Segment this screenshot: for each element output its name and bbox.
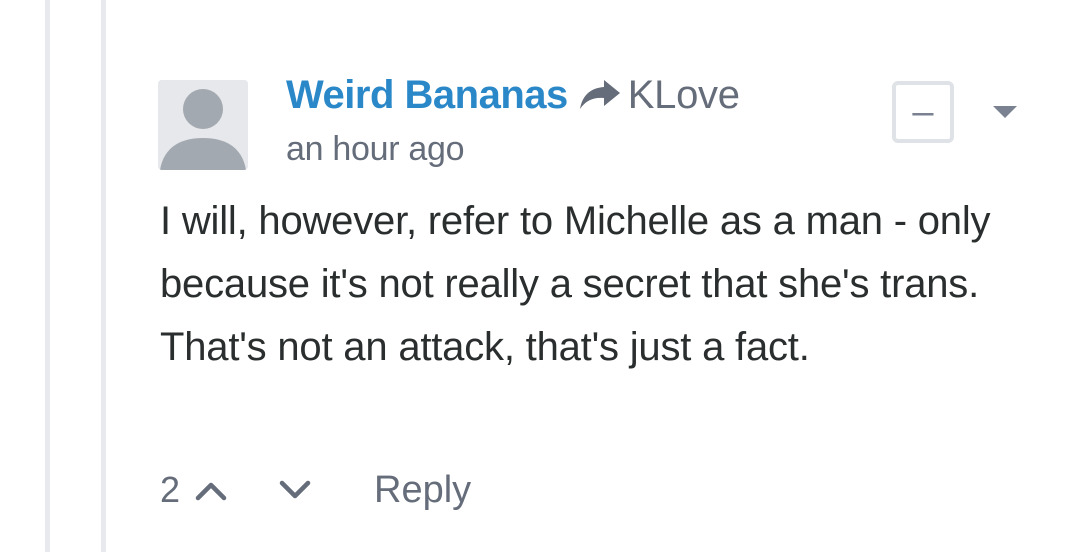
author-link[interactable]: Weird Bananas bbox=[286, 73, 568, 118]
comment-page: Weird Bananas KLove an hour ago – I will… bbox=[0, 0, 1080, 552]
avatar[interactable] bbox=[158, 80, 248, 170]
default-avatar-icon bbox=[158, 80, 248, 170]
upvote-button[interactable] bbox=[194, 479, 228, 501]
comment-header: Weird Bananas KLove bbox=[286, 70, 740, 120]
downvote-button[interactable] bbox=[278, 479, 312, 501]
share-arrow-icon bbox=[578, 78, 622, 112]
comment-footer: 2 Reply bbox=[160, 462, 471, 518]
thread-line-inner bbox=[101, 0, 106, 552]
reply-button[interactable]: Reply bbox=[374, 469, 471, 512]
collapse-button[interactable]: – bbox=[892, 81, 954, 143]
thread-line-outer bbox=[45, 0, 50, 552]
chevron-up-icon bbox=[195, 482, 227, 501]
timestamp[interactable]: an hour ago bbox=[286, 130, 465, 169]
chevron-down-icon bbox=[279, 480, 311, 499]
parent-author-link[interactable]: KLove bbox=[628, 73, 740, 118]
vote-count: 2 bbox=[160, 469, 181, 510]
comment-body: I will, however, refer to Michelle as a … bbox=[160, 199, 991, 369]
caret-down-icon[interactable] bbox=[990, 103, 1020, 121]
